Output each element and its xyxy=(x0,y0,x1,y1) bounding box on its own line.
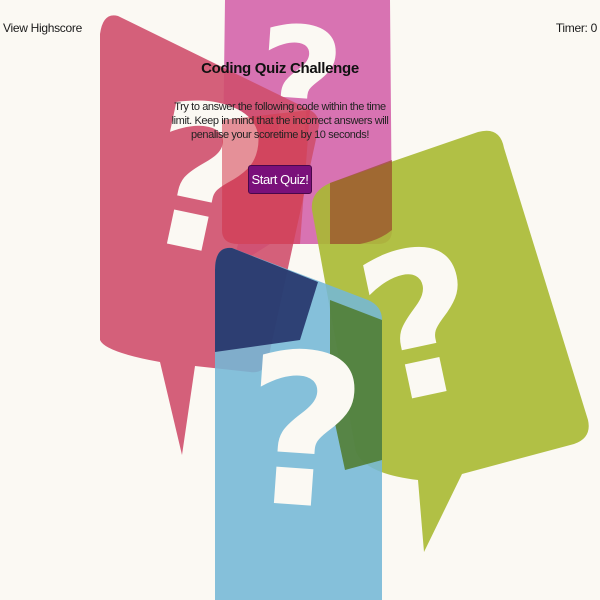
svg-text:?: ? xyxy=(235,306,374,559)
start-quiz-button[interactable]: Start Quiz! xyxy=(248,165,312,194)
blue-question-bubble-icon: ? xyxy=(215,247,382,600)
view-highscore-link[interactable]: View Highscore xyxy=(3,21,82,35)
timer-label: Timer: xyxy=(555,21,591,35)
timer-value: 0 xyxy=(590,21,598,35)
quiz-instructions: Try to answer the following code within … xyxy=(171,101,389,141)
intro-panel: Coding Quiz Challenge Try to answer the … xyxy=(170,60,390,194)
quiz-title: Coding Quiz Challenge xyxy=(201,60,359,77)
timer-display: Timer: 0 xyxy=(556,21,597,35)
